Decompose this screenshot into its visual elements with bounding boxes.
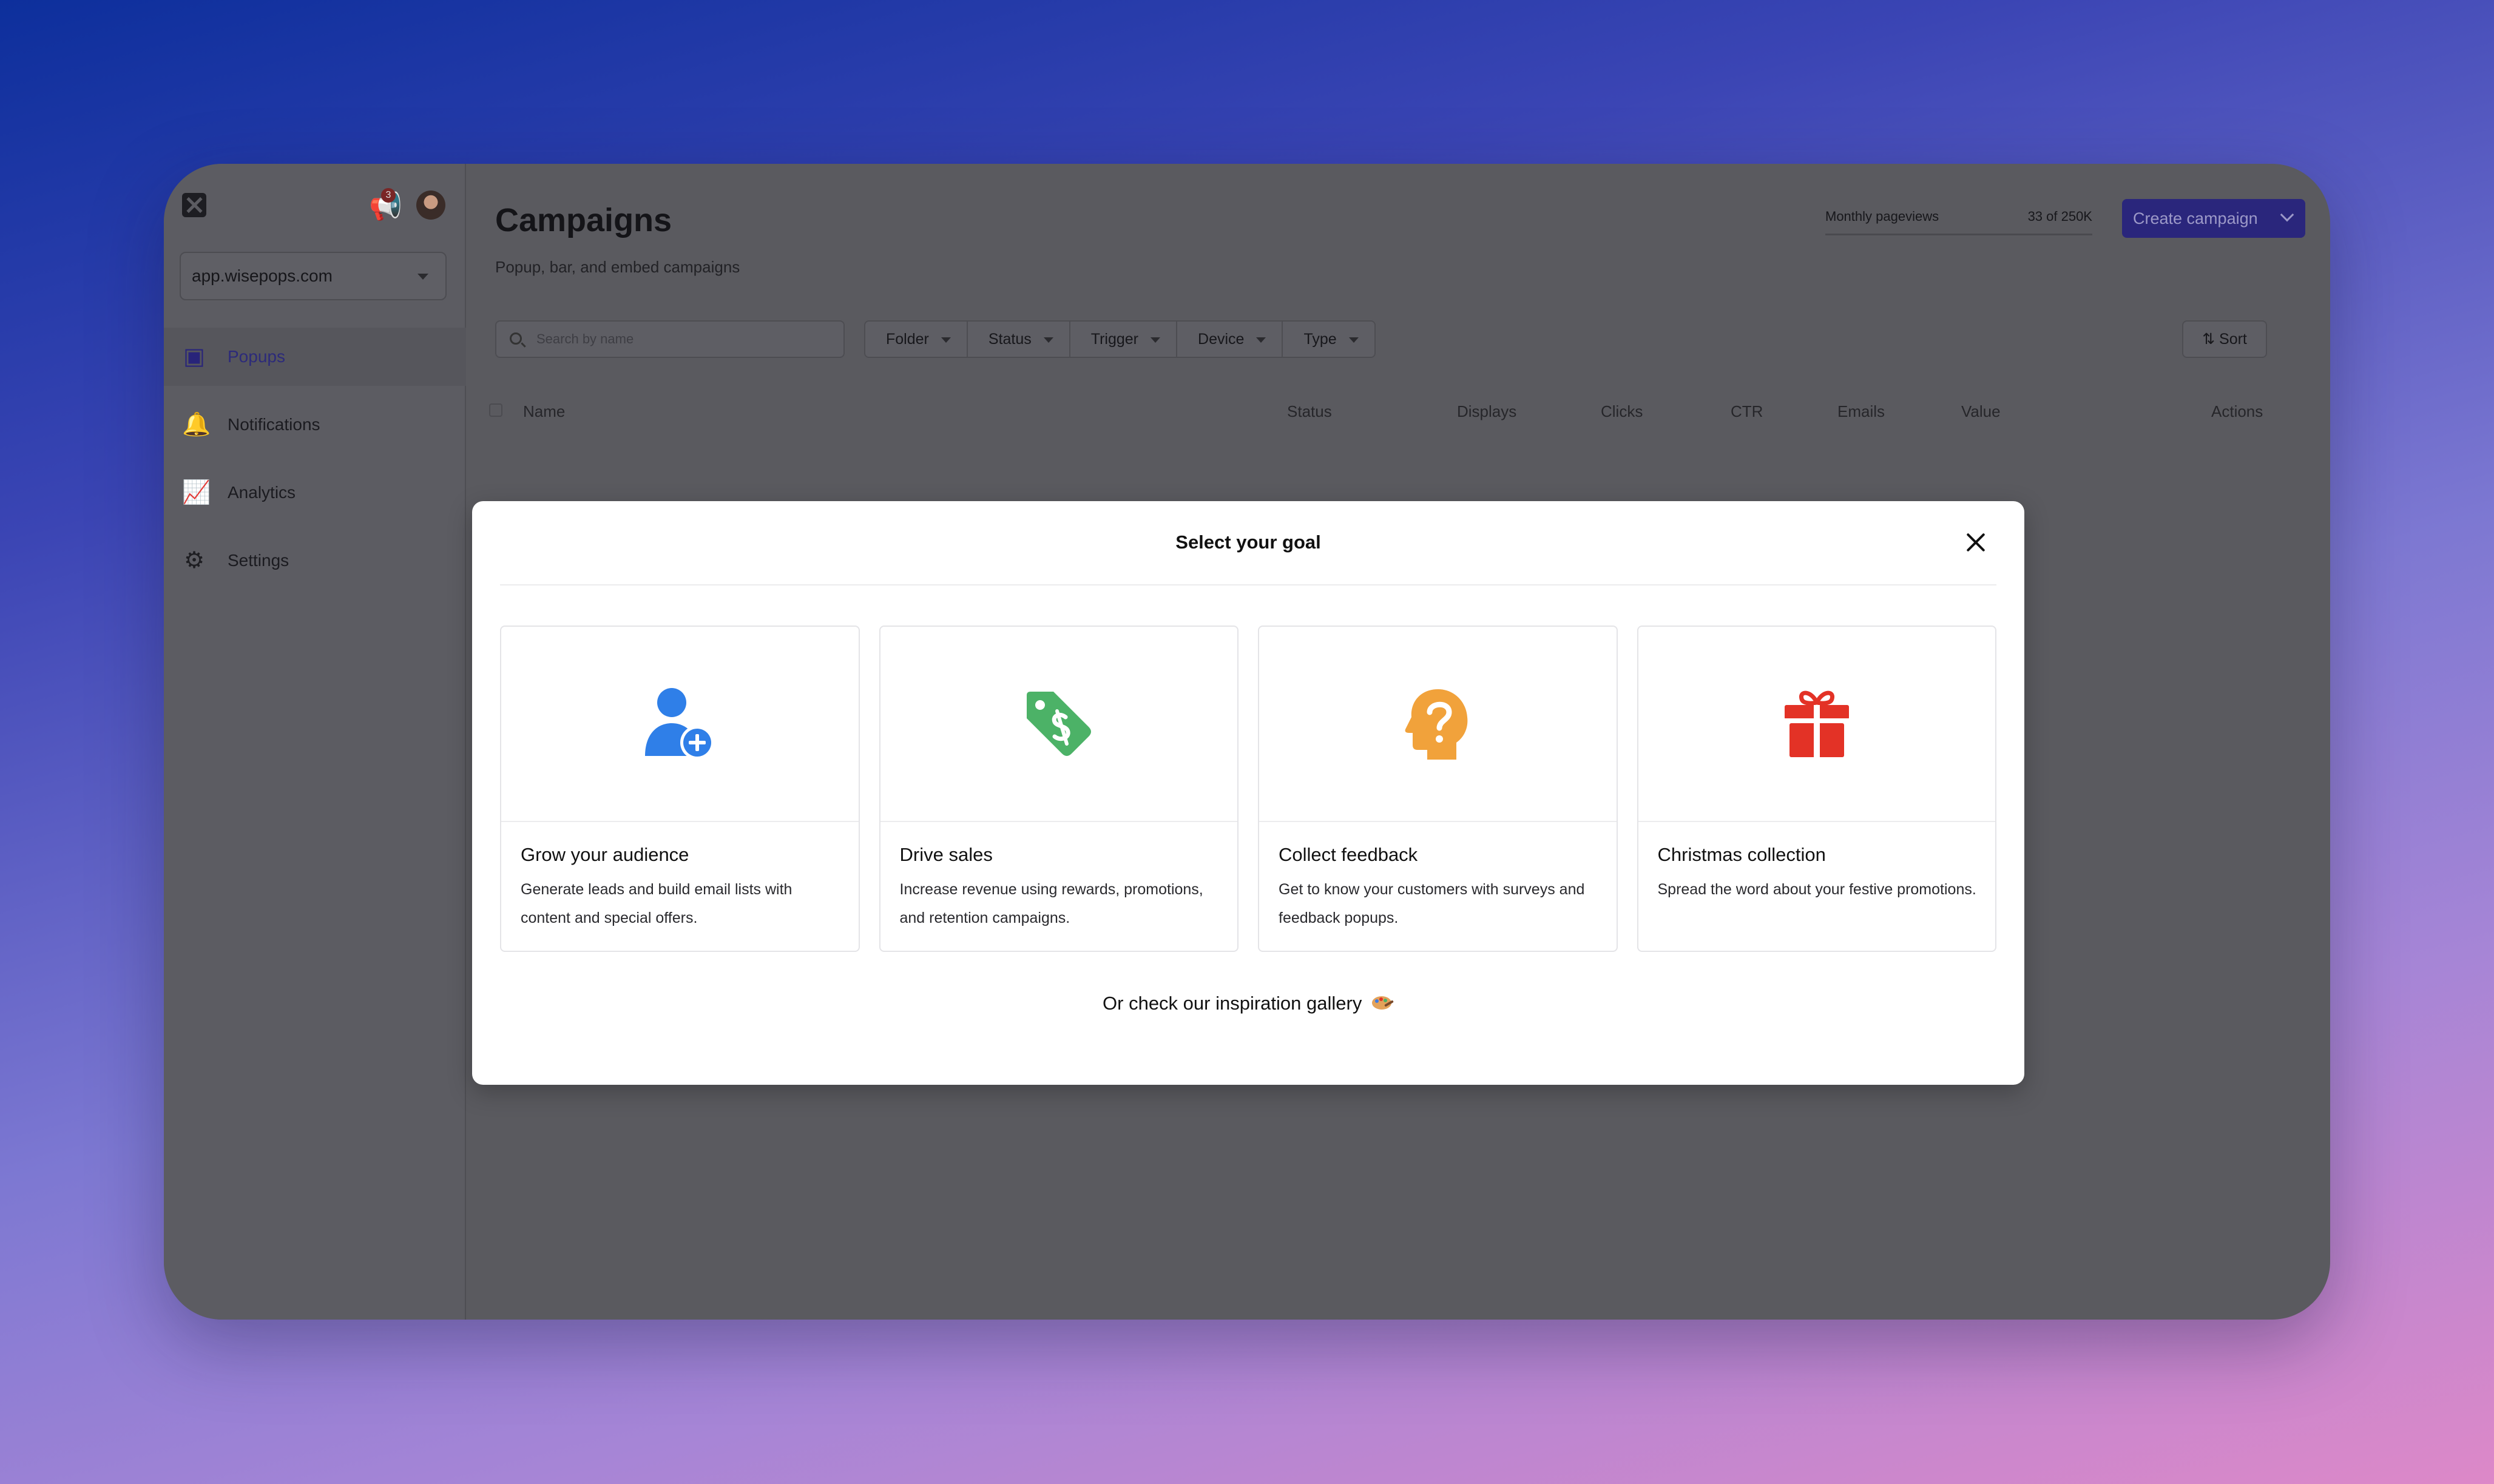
sidebar-item-settings[interactable]: ⚙ Settings — [164, 531, 466, 590]
caret-down-icon — [1256, 337, 1266, 343]
card-title: Christmas collection — [1657, 844, 1826, 865]
goal-card-grow-audience[interactable]: Grow your audience Generate leads and bu… — [500, 626, 860, 952]
caret-down-icon — [417, 274, 428, 280]
card-title: Grow your audience — [521, 844, 689, 865]
card-illustration — [501, 627, 859, 822]
caret-down-icon — [1043, 337, 1053, 343]
caret-down-icon — [941, 337, 951, 343]
table-header: Name Status Displays Clicks CTR Emails V… — [489, 397, 2270, 428]
create-campaign-label: Create campaign — [2133, 209, 2258, 228]
wisepops-logo[interactable] — [182, 193, 206, 217]
inspiration-gallery-link[interactable]: Or check our inspiration gallery — [472, 993, 2024, 1014]
chevron-down-icon — [2280, 207, 2294, 222]
sort-button[interactable]: ⇅ Sort — [2182, 320, 2267, 358]
card-illustration — [1638, 627, 1995, 822]
filter-label: Folder — [886, 331, 929, 348]
column-header-actions: Actions — [2211, 402, 2263, 420]
card-illustration — [1259, 627, 1617, 822]
create-campaign-button[interactable]: Create campaign — [2122, 199, 2305, 238]
filter-type[interactable]: Type — [1283, 322, 1374, 357]
sort-icon: ⇅ — [2202, 331, 2215, 348]
search-input[interactable]: Search by name — [495, 320, 845, 358]
pageviews-value: 33 of 250K — [2027, 209, 2092, 224]
sidebar-item-analytics[interactable]: 📈 Analytics — [164, 464, 466, 522]
page-title: Campaigns — [495, 202, 672, 238]
select-goal-modal: Select your goal Grow your audience Gene… — [472, 501, 2024, 1085]
column-header-value[interactable]: Value — [1961, 402, 2001, 421]
sidebar-item-label: Analytics — [228, 483, 296, 502]
card-description: Increase revenue using rewards, promotio… — [899, 881, 1203, 926]
card-title: Collect feedback — [1279, 844, 1418, 865]
goal-card-christmas-collection[interactable]: Christmas collection Spread the word abo… — [1637, 626, 1996, 952]
close-icon[interactable] — [1962, 529, 1989, 556]
filter-label: Type — [1303, 331, 1337, 348]
caret-down-icon — [1348, 337, 1359, 343]
sidebar-item-label: Notifications — [228, 415, 320, 434]
filter-label: Status — [988, 331, 1032, 348]
goal-cards: Grow your audience Generate leads and bu… — [500, 626, 1996, 952]
card-title: Drive sales — [899, 844, 993, 865]
gift-icon — [1784, 690, 1849, 757]
search-icon — [510, 332, 522, 345]
page-subtitle: Popup, bar, and embed campaigns — [495, 258, 740, 276]
column-header-clicks[interactable]: Clicks — [1601, 402, 1643, 421]
column-header-status[interactable]: Status — [1287, 402, 1332, 421]
sidebar-item-notifications[interactable]: 🔔 Notifications — [164, 396, 466, 454]
popup-window-icon: ▣ — [183, 344, 205, 369]
add-user-icon — [645, 688, 715, 760]
gallery-link-text: Or check our inspiration gallery — [1103, 993, 1362, 1014]
sidebar-item-label: Settings — [228, 551, 289, 570]
bell-icon: 🔔 — [182, 412, 211, 437]
sidebar-item-popups[interactable]: ▣ Popups — [164, 328, 466, 386]
question-head-icon — [1405, 689, 1468, 760]
goal-card-collect-feedback[interactable]: Collect feedback Get to know your custom… — [1258, 626, 1618, 952]
avatar[interactable] — [416, 191, 445, 220]
search-placeholder: Search by name — [536, 331, 634, 346]
column-header-name[interactable]: Name — [523, 402, 565, 421]
filter-group: Folder Status Trigger Device Type — [864, 320, 1376, 358]
filter-label: Device — [1198, 331, 1245, 348]
card-description: Generate leads and build email lists wit… — [521, 881, 792, 926]
sidebar-item-label: Popups — [228, 347, 285, 366]
gear-icon: ⚙ — [183, 548, 205, 573]
select-all-checkbox[interactable] — [489, 403, 502, 417]
filter-folder[interactable]: Folder — [865, 322, 968, 357]
caret-down-icon — [1151, 337, 1161, 343]
pageviews-meter: Monthly pageviews 33 of 250K — [1825, 201, 2092, 235]
sidebar: 📢 3 app.wisepops.com ▣ Popups 🔔 Notifica… — [164, 164, 466, 1320]
column-header-displays[interactable]: Displays — [1457, 402, 1516, 421]
card-illustration — [880, 627, 1237, 822]
notification-badge: 3 — [381, 188, 396, 203]
site-select[interactable]: app.wisepops.com — [180, 252, 447, 300]
site-select-value: app.wisepops.com — [192, 266, 333, 285]
pageviews-label: Monthly pageviews — [1825, 209, 1939, 224]
column-header-ctr[interactable]: CTR — [1731, 402, 1763, 421]
palette-icon — [1371, 994, 1394, 1010]
filter-label: Trigger — [1090, 331, 1139, 348]
sort-label: Sort — [2219, 331, 2247, 348]
card-description: Spread the word about your festive promo… — [1657, 881, 1976, 898]
price-tag-icon — [1026, 692, 1091, 756]
goal-card-drive-sales[interactable]: Drive sales Increase revenue using rewar… — [879, 626, 1239, 952]
card-description: Get to know your customers with surveys … — [1279, 881, 1585, 926]
filter-status[interactable]: Status — [967, 322, 1070, 357]
chart-icon: 📈 — [182, 480, 211, 505]
filter-device[interactable]: Device — [1177, 322, 1283, 357]
modal-title: Select your goal — [1175, 531, 1321, 553]
column-header-emails[interactable]: Emails — [1837, 402, 1885, 421]
modal-divider — [500, 584, 1996, 585]
filter-trigger[interactable]: Trigger — [1070, 322, 1178, 357]
app-window: 📢 3 app.wisepops.com ▣ Popups 🔔 Notifica… — [164, 164, 2330, 1320]
